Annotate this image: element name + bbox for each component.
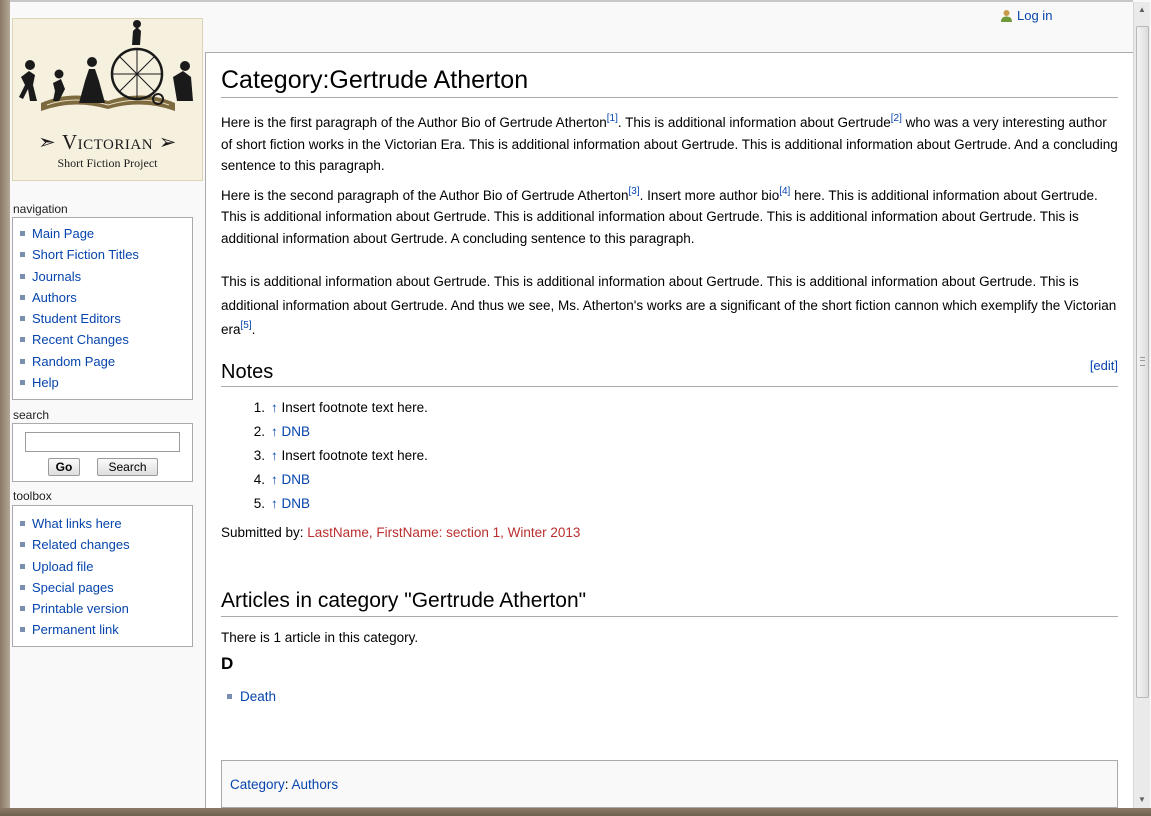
footnote-link[interactable]: DNB	[282, 472, 311, 487]
search-input[interactable]	[25, 432, 180, 452]
nav-item-recent-changes[interactable]: Recent Changes	[20, 329, 192, 350]
categories-link[interactable]: Category	[230, 777, 285, 792]
bio-paragraph-2: Here is the second paragraph of the Auth…	[221, 185, 1098, 246]
search-heading: search	[13, 408, 50, 422]
footnotes-list: 1. ↑ Insert footnote text here. 2. ↑ DNB 3…	[221, 396, 1118, 516]
footnote-ref-3[interactable]: [3]	[629, 186, 640, 197]
nav-item-authors[interactable]: Authors	[20, 287, 192, 308]
user-icon	[1001, 10, 1012, 22]
submitted-by: Submitted by: LastName, FirstName: secti…	[221, 525, 581, 540]
nav-item-short-fiction-titles[interactable]: Short Fiction Titles	[20, 244, 192, 265]
bullet-icon	[20, 380, 25, 386]
category-links-box: Category: Authors	[221, 760, 1118, 808]
bullet-icon	[20, 584, 25, 590]
navigation-portlet: Main Page Short Fiction Titles Journals …	[12, 217, 193, 400]
tool-item-what-links-here[interactable]: What links here	[20, 513, 192, 534]
backlink-arrow[interactable]: ↑	[271, 424, 278, 439]
window-frame-left	[0, 0, 10, 816]
login-link[interactable]: Log in	[1017, 8, 1052, 23]
footnote-ref-4[interactable]: [4]	[779, 186, 790, 197]
search-button[interactable]: Search	[97, 458, 158, 476]
window-frame-bottom	[0, 808, 1151, 816]
bullet-icon	[20, 273, 25, 279]
category-count: There is 1 article in this category.	[221, 629, 419, 645]
footnote-ref-2[interactable]: [2]	[891, 113, 902, 124]
footnote-ref-1[interactable]: [1]	[607, 113, 618, 124]
bullet-icon	[20, 563, 25, 569]
logo-silhouette-icon	[19, 20, 193, 111]
bullet-icon	[20, 358, 25, 364]
page-title: Category:Gertrude Atherton	[221, 65, 1118, 98]
nav-item-random-page[interactable]: Random Page	[20, 351, 192, 372]
bullet-icon	[20, 627, 25, 633]
tool-item-printable-version[interactable]: Printable version	[20, 598, 192, 619]
footnote-item: 2. ↑ DNB	[253, 424, 311, 439]
toolbox-heading: toolbox	[13, 489, 52, 503]
footnote-item: 5. ↑ DNB	[253, 496, 311, 511]
bullet-icon	[20, 294, 25, 300]
search-portlet: Go Search	[12, 423, 193, 482]
logo-title: ➣ Victorian ➢	[38, 130, 177, 154]
logo-arrow-right-icon: ➢	[158, 130, 177, 154]
bullet-icon	[20, 252, 25, 258]
nav-item-journals[interactable]: Journals	[20, 266, 192, 287]
notes-heading: Notes [edit]	[221, 358, 1118, 387]
article-item[interactable]: Death	[221, 686, 1118, 708]
category-articles-heading: Articles in category "Gertrude Atherton"	[221, 588, 1118, 617]
nav-item-main-page[interactable]: Main Page	[20, 223, 192, 244]
bullet-icon	[20, 316, 25, 322]
navigation-list: Main Page Short Fiction Titles Journals …	[13, 223, 192, 393]
tool-item-related-changes[interactable]: Related changes	[20, 534, 192, 555]
footnote-item: 1. ↑ Insert footnote text here.	[253, 400, 428, 415]
scroll-thumb[interactable]	[1136, 26, 1149, 698]
top-edge	[10, 0, 1133, 2]
logo-subtitle: Short Fiction Project	[57, 156, 158, 170]
footnote-item: 4. ↑ DNB	[253, 472, 311, 487]
scroll-down-arrow-icon[interactable]: ▼	[1134, 792, 1150, 808]
article-link-death[interactable]: Death	[240, 689, 276, 704]
bullet-icon	[227, 694, 232, 699]
category-authors-link[interactable]: Authors	[292, 777, 339, 792]
logo-arrow-left-icon: ➣	[38, 130, 57, 154]
toolbox-portlet: What links here Related changes Upload f…	[12, 505, 193, 647]
letter-heading: D	[221, 654, 234, 673]
navigation-heading: navigation	[13, 202, 68, 216]
bullet-icon	[20, 337, 25, 343]
bio-paragraph-1: Here is the first paragraph of the Autho…	[221, 113, 1118, 174]
edit-section-link[interactable]: [edit]	[1090, 354, 1118, 378]
site-logo[interactable]: ➣ Victorian ➢ Short Fiction Project	[12, 18, 203, 181]
nav-item-student-editors[interactable]: Student Editors	[20, 308, 192, 329]
vertical-scrollbar[interactable]: ▲ ▼	[1133, 2, 1150, 808]
bullet-icon	[20, 521, 25, 526]
bullet-icon	[20, 542, 25, 548]
backlink-arrow[interactable]: ↑	[271, 400, 278, 415]
backlink-arrow[interactable]: ↑	[271, 496, 278, 511]
content-area: Category:Gertrude Atherton Here is the f…	[205, 52, 1133, 808]
footnote-item: 3. ↑ Insert footnote text here.	[253, 448, 428, 463]
scroll-up-arrow-icon[interactable]: ▲	[1134, 2, 1150, 18]
footnote-link[interactable]: DNB	[282, 424, 311, 439]
nav-item-help[interactable]: Help	[20, 372, 192, 393]
content-inner: Category:Gertrude Atherton Here is the f…	[221, 65, 1118, 808]
toolbox-list: What links here Related changes Upload f…	[13, 513, 192, 641]
backlink-arrow[interactable]: ↑	[271, 472, 278, 487]
backlink-arrow[interactable]: ↑	[271, 448, 278, 463]
tool-item-permanent-link[interactable]: Permanent link	[20, 619, 192, 640]
footnote-ref-5[interactable]: [5]	[241, 320, 252, 331]
bio-paragraph-3: This is additional information about Ger…	[221, 274, 1117, 337]
tool-item-upload-file[interactable]: Upload file	[20, 556, 192, 577]
bullet-icon	[20, 231, 25, 236]
submitter-link[interactable]: LastName, FirstName: section 1, Winter 2…	[307, 525, 580, 540]
tool-item-special-pages[interactable]: Special pages	[20, 577, 192, 598]
go-button[interactable]: Go	[48, 458, 80, 476]
thumb-grip-icon	[1140, 357, 1145, 366]
bullet-icon	[20, 606, 25, 612]
footnote-link[interactable]: DNB	[282, 496, 311, 511]
